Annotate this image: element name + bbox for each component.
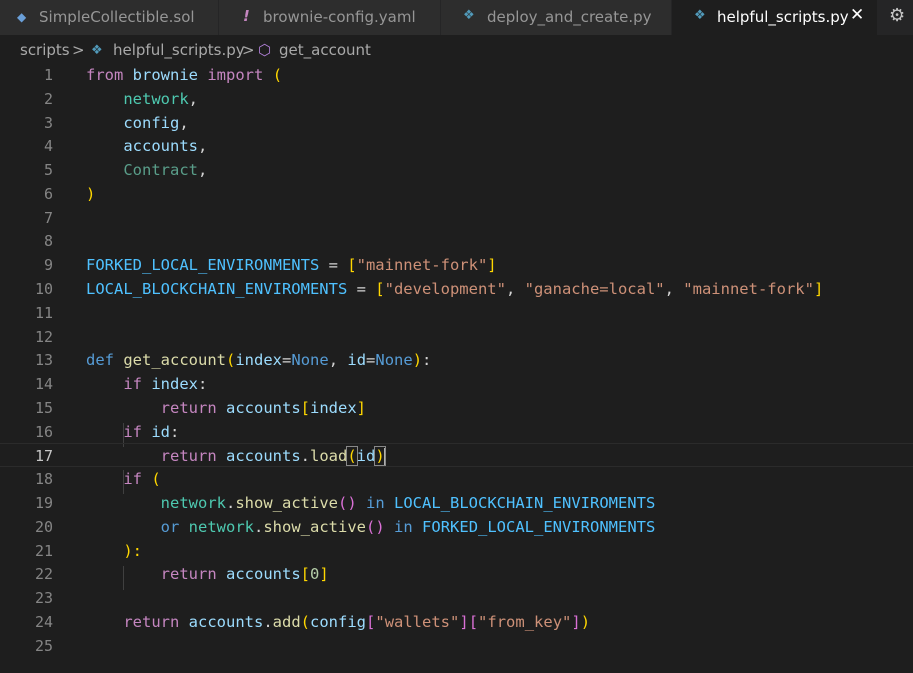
gear-icon[interactable]: ⚙: [889, 4, 913, 30]
chevron-right-icon: >: [242, 41, 255, 59]
tab-label: deploy_and_create.py: [487, 8, 652, 26]
code-line-current: 17 return accounts.load(id): [0, 443, 913, 467]
code-line: 16 if id:: [0, 420, 913, 444]
code-line: 4 accounts,: [0, 134, 913, 158]
line-number: 12: [34, 328, 53, 346]
tab-simplecollectible[interactable]: ◆ SimpleCollectible.sol: [0, 0, 219, 35]
code-line: 14 if index:: [0, 372, 913, 396]
code-line: 22 return accounts[0]: [0, 562, 913, 586]
code-line: 18 if (: [0, 467, 913, 491]
code-line: 19 network.show_active() in LOCAL_BLOCKC…: [0, 491, 913, 515]
line-number: 10: [34, 280, 53, 298]
method-icon: ⬡: [258, 41, 272, 59]
line-number: 5: [43, 161, 53, 179]
line-number: 24: [34, 613, 53, 631]
tab-helpful-scripts[interactable]: ❖ helpful_scripts.py ✕: [672, 0, 878, 35]
code-line: 3 config,: [0, 111, 913, 135]
line-number: 3: [43, 114, 53, 132]
line-text: if index:: [123, 375, 208, 393]
line-text: or network.show_active() in FORKED_LOCAL…: [160, 518, 656, 536]
code-line: 7: [0, 206, 913, 230]
code-editor[interactable]: 1 from brownie import ( 2 network, 3 conf…: [0, 63, 913, 673]
line-text: network.show_active() in LOCAL_BLOCKCHAI…: [160, 494, 656, 512]
line-number: 1: [43, 66, 53, 84]
tab-deploy-and-create[interactable]: ❖ deploy_and_create.py: [441, 0, 672, 35]
line-text: config,: [123, 114, 189, 132]
tab-label: SimpleCollectible.sol: [39, 8, 195, 26]
solidity-icon: ◆: [17, 10, 27, 24]
code-line: 20 or network.show_active() in FORKED_LO…: [0, 515, 913, 539]
breadcrumb-file[interactable]: helpful_scripts.py: [113, 40, 245, 60]
code-line: 2 network,: [0, 87, 913, 111]
python-icon: ❖: [694, 8, 706, 23]
python-icon: ❖: [463, 8, 475, 23]
line-number: 22: [34, 565, 53, 583]
tab-label: helpful_scripts.py: [717, 8, 849, 26]
code-line: 25: [0, 634, 913, 658]
breadcrumb-symbol[interactable]: get_account: [279, 40, 371, 60]
text-cursor: [383, 447, 386, 466]
code-line: 10 LOCAL_BLOCKCHAIN_ENVIROMENTS = ["devel…: [0, 277, 913, 301]
line-number: 18: [34, 470, 53, 488]
python-icon: ❖: [91, 43, 103, 58]
code-line: 23: [0, 586, 913, 610]
line-text: ):: [123, 542, 142, 560]
line-text: ): [86, 185, 96, 203]
line-number: 6: [43, 185, 53, 203]
line-number: 17: [34, 447, 53, 465]
tab-brownie-config[interactable]: ! brownie-config.yaml: [219, 0, 441, 35]
line-text: def get_account(index=None, id=None):: [86, 351, 432, 369]
line-number: 16: [34, 423, 53, 441]
line-text: network,: [123, 90, 198, 108]
line-number: 2: [43, 90, 53, 108]
line-text: if id:: [123, 423, 180, 441]
line-number: 20: [34, 518, 53, 536]
line-number: 7: [43, 209, 53, 227]
tab-bar: ◆ SimpleCollectible.sol ! brownie-config…: [0, 0, 913, 35]
line-number: 23: [34, 589, 53, 607]
code-line: 12: [0, 325, 913, 349]
code-line: 8: [0, 229, 913, 253]
line-number: 11: [34, 304, 53, 322]
line-number: 21: [34, 542, 53, 560]
line-number: 19: [34, 494, 53, 512]
code-line: 13 def get_account(index=None, id=None):: [0, 348, 913, 372]
line-number: 14: [34, 375, 53, 393]
code-line: 24 return accounts.add(config["wallets"]…: [0, 610, 913, 634]
yaml-exclamation-icon: !: [243, 7, 250, 25]
line-text: LOCAL_BLOCKCHAIN_ENVIROMENTS = ["develop…: [86, 280, 824, 298]
line-text: accounts,: [123, 137, 208, 155]
line-text: return accounts[0]: [160, 565, 329, 583]
line-number: 15: [34, 399, 53, 417]
line-text: FORKED_LOCAL_ENVIRONMENTS = ["mainnet-fo…: [86, 256, 497, 274]
code-line: 15 return accounts[index]: [0, 396, 913, 420]
line-number: 8: [43, 232, 53, 250]
breadcrumb-folder[interactable]: scripts: [20, 40, 70, 60]
line-number: 13: [34, 351, 53, 369]
line-text: return accounts.add(config["wallets"]["f…: [123, 613, 591, 631]
code-line: 6): [0, 182, 913, 206]
code-line: 9 FORKED_LOCAL_ENVIRONMENTS = ["mainnet-f…: [0, 253, 913, 277]
line-number: 9: [43, 256, 53, 274]
code-line: 1 from brownie import (: [0, 63, 913, 87]
code-line: 5 Contract,: [0, 158, 913, 182]
chevron-right-icon: >: [72, 41, 85, 59]
close-icon[interactable]: ✕: [850, 5, 864, 25]
line-text: return accounts.load(id): [160, 446, 386, 466]
line-text: return accounts[index]: [160, 399, 367, 417]
code-line: 11: [0, 301, 913, 325]
tab-label: brownie-config.yaml: [263, 8, 416, 26]
line-text: if (: [123, 470, 161, 488]
code-line: 21 ):: [0, 539, 913, 563]
line-text: from brownie import (: [86, 66, 283, 84]
line-number: 25: [34, 637, 53, 655]
line-text: Contract,: [123, 161, 208, 179]
breadcrumb: scripts > ❖ helpful_scripts.py > ⬡ get_a…: [0, 38, 913, 62]
line-number: 4: [43, 137, 53, 155]
